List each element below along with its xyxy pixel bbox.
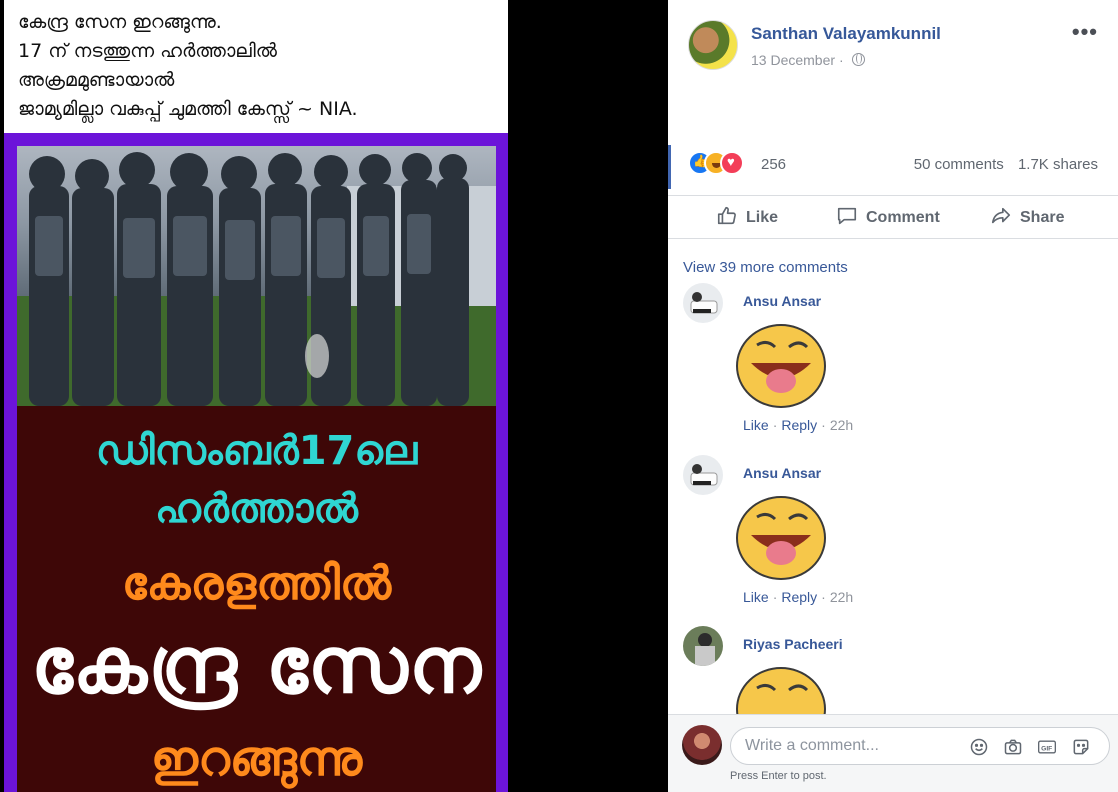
share-button[interactable]: Share: [990, 196, 1064, 240]
tongue-out-sticker: [736, 324, 826, 408]
like-button[interactable]: Like: [716, 196, 778, 240]
caption-line: അക്രമമുണ്ടായാൽ: [18, 69, 175, 91]
commenter-avatar[interactable]: [683, 283, 723, 323]
poster-line-kerala: കേരളത്തിൽ: [121, 556, 392, 610]
share-label: Share: [1020, 209, 1065, 226]
commenter-name[interactable]: Riyas Pacheeri: [743, 636, 843, 652]
poster-line-central-force: കേന്ദ്ര സേന: [30, 621, 483, 711]
svg-text:GIF: GIF: [1041, 745, 1052, 752]
soldiers-photo: [17, 146, 496, 406]
thumbs-up-icon: [716, 205, 738, 232]
poster: ഡിസംബർ17ലെ ഹർത്താൽ കേരളത്തിൽ കേന്ദ്ര സേന…: [17, 146, 496, 792]
gif-icon[interactable]: GIF: [1037, 737, 1057, 757]
comments-count[interactable]: 50 comments: [914, 156, 1004, 173]
separator: ·: [821, 589, 826, 605]
comment-time[interactable]: 22h: [830, 589, 853, 605]
comment-like-link[interactable]: Like: [743, 589, 769, 605]
emoji-icon[interactable]: [969, 737, 989, 757]
post-date[interactable]: 13 December: [751, 52, 835, 68]
post-actions: Like Comment Share: [668, 195, 1118, 239]
press-enter-hint: Press Enter to post.: [730, 770, 827, 782]
love-reaction-icon: [720, 151, 744, 175]
comment-input[interactable]: [745, 737, 965, 755]
comment-composer: GIF Press Enter to post.: [668, 714, 1118, 792]
comment-item: Riyas Pacheeri: [683, 626, 1103, 716]
caption-line: ജാമ്യമില്ലാ വകുപ്പ് ചുമത്തി കേസ്സ് ~ NIA…: [18, 98, 358, 120]
reaction-count[interactable]: 256: [761, 156, 786, 173]
share-arrow-icon: [990, 205, 1012, 232]
comment-bubble-icon: [836, 205, 858, 232]
commenter-name[interactable]: Ansu Ansar: [743, 293, 821, 309]
globe-icon[interactable]: [851, 53, 865, 66]
comment-actions: Like · Reply · 22h: [743, 417, 853, 433]
comment-button[interactable]: Comment: [836, 196, 940, 240]
comment-input-box[interactable]: GIF: [730, 727, 1110, 765]
comment-reply-link[interactable]: Reply: [781, 589, 817, 605]
post-panel: Santhan Valayamkunnil 13 December · ••• …: [668, 0, 1118, 792]
camera-icon[interactable]: [1003, 737, 1023, 757]
current-user-avatar: [682, 725, 722, 765]
comment-item: Ansu Ansar Like · Reply · 22h: [683, 283, 1103, 443]
comment-like-link[interactable]: Like: [743, 417, 769, 433]
caption-line: കേന്ദ്ര സേന ഇറങ്ങുന്നു.: [18, 11, 222, 33]
post-image[interactable]: കേന്ദ്ര സേന ഇറങ്ങുന്നു. 17 ന് നടത്തുന്ന …: [4, 0, 508, 792]
comment-reply-link[interactable]: Reply: [781, 417, 817, 433]
caption-line: 17 ന് നടത്തുന്ന ഹർത്താലിൽ: [18, 40, 277, 62]
separator: ·: [772, 589, 778, 605]
separator: ·: [838, 52, 848, 68]
photo-viewer: കേന്ദ്ര സേന ഇറങ്ങുന്നു. 17 ന് നടത്തുന്ന …: [0, 0, 1118, 792]
separator: ·: [772, 417, 778, 433]
comment-label: Comment: [866, 209, 940, 226]
comment-time[interactable]: 22h: [830, 417, 853, 433]
post-timestamp: 13 December ·: [751, 52, 865, 68]
engagement-counts: 50 comments 1.7K shares: [914, 156, 1098, 173]
commenter-avatar[interactable]: [683, 455, 723, 495]
poster-frame: ഡിസംബർ17ലെ ഹർത്താൽ കേരളത്തിൽ കേന്ദ്ര സേന…: [4, 133, 508, 792]
image-caption: കേന്ദ്ര സേന ഇറങ്ങുന്നു. 17 ന് നടത്തുന്ന …: [18, 8, 498, 124]
author-avatar[interactable]: [688, 20, 738, 70]
sticker-icon[interactable]: [1071, 737, 1091, 757]
shares-count[interactable]: 1.7K shares: [1018, 156, 1098, 173]
comment-actions: Like · Reply · 22h: [743, 589, 853, 605]
focus-accent: [668, 145, 671, 189]
separator: ·: [821, 417, 826, 433]
more-options-button[interactable]: •••: [1072, 21, 1098, 43]
poster-line-hartal: ഹർത്താൽ: [155, 486, 358, 532]
tongue-out-sticker: [736, 496, 826, 580]
poster-line-arriving: ഇറങ്ങുന്നു: [150, 731, 363, 787]
poster-line-date: ഡിസംബർ17ലെ: [95, 428, 418, 474]
commenter-avatar[interactable]: [683, 626, 723, 666]
tongue-out-sticker: [736, 667, 826, 716]
comment-item: Ansu Ansar Like · Reply · 22h: [683, 455, 1103, 615]
author-name[interactable]: Santhan Valayamkunnil: [751, 24, 941, 44]
soldiers-illustration: [17, 152, 496, 406]
commenter-name[interactable]: Ansu Ansar: [743, 465, 821, 481]
reaction-summary: 256 50 comments 1.7K shares: [668, 145, 1118, 189]
view-more-comments-link[interactable]: View 39 more comments: [683, 259, 848, 276]
like-label: Like: [746, 209, 779, 226]
